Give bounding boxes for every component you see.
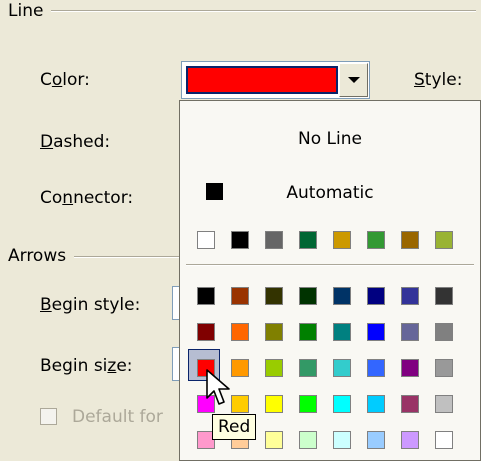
recent-color-swatch[interactable] bbox=[231, 231, 249, 249]
arrows-section-title: Arrows bbox=[8, 246, 75, 266]
recent-color-swatch[interactable] bbox=[367, 231, 385, 249]
color-grid-swatch[interactable] bbox=[401, 395, 419, 413]
color-label: Color: bbox=[40, 70, 90, 90]
color-grid-swatch[interactable] bbox=[265, 395, 283, 413]
color-grid-swatch[interactable] bbox=[367, 287, 385, 305]
color-grid-swatch[interactable] bbox=[231, 287, 249, 305]
recent-color-swatch[interactable] bbox=[299, 231, 317, 249]
recent-color-swatch[interactable] bbox=[265, 231, 283, 249]
color-tooltip: Red bbox=[212, 414, 257, 440]
default-for-label: Default for bbox=[72, 407, 163, 427]
chevron-down-icon bbox=[347, 77, 360, 83]
color-grid-swatch[interactable] bbox=[333, 359, 351, 377]
selected-color-swatch bbox=[186, 66, 338, 94]
color-grid-swatch[interactable] bbox=[435, 287, 453, 305]
color-grid-swatch[interactable] bbox=[299, 359, 317, 377]
color-grid-swatch[interactable] bbox=[333, 287, 351, 305]
recent-color-swatch[interactable] bbox=[435, 231, 453, 249]
color-grid-swatch[interactable] bbox=[435, 395, 453, 413]
color-grid-swatch[interactable] bbox=[265, 359, 283, 377]
no-line-option[interactable]: No Line bbox=[180, 129, 480, 149]
color-dropdown-button[interactable] bbox=[339, 63, 368, 97]
recent-color-swatch[interactable] bbox=[197, 231, 215, 249]
color-grid-swatch[interactable] bbox=[299, 323, 317, 341]
color-grid-swatch[interactable] bbox=[401, 287, 419, 305]
dashed-label: Dashed: bbox=[40, 132, 111, 152]
palette-separator bbox=[186, 264, 474, 266]
color-grid-swatch[interactable] bbox=[333, 323, 351, 341]
color-grid-swatch[interactable] bbox=[265, 287, 283, 305]
color-grid-swatch[interactable] bbox=[367, 323, 385, 341]
color-grid-swatch[interactable] bbox=[299, 395, 317, 413]
color-grid-swatch[interactable] bbox=[401, 359, 419, 377]
connector-label: Connector: bbox=[40, 188, 134, 208]
color-grid-swatch[interactable] bbox=[299, 287, 317, 305]
automatic-swatch bbox=[206, 183, 223, 200]
mouse-cursor-icon bbox=[206, 369, 230, 405]
color-grid-swatch[interactable] bbox=[197, 287, 215, 305]
begin-style-label: Begin style: bbox=[40, 295, 141, 315]
recent-color-swatch[interactable] bbox=[333, 231, 351, 249]
recent-color-swatch[interactable] bbox=[401, 231, 419, 249]
line-section-rule bbox=[10, 10, 476, 12]
color-grid-swatch[interactable] bbox=[265, 323, 283, 341]
color-grid-swatch[interactable] bbox=[401, 431, 419, 449]
color-grid-swatch[interactable] bbox=[333, 395, 351, 413]
default-for-checkbox[interactable] bbox=[40, 408, 57, 425]
color-grid-swatch[interactable] bbox=[299, 431, 317, 449]
color-grid-swatch[interactable] bbox=[435, 359, 453, 377]
color-grid-swatch[interactable] bbox=[367, 431, 385, 449]
color-grid-swatch[interactable] bbox=[435, 431, 453, 449]
color-grid-swatch[interactable] bbox=[435, 323, 453, 341]
color-combo[interactable] bbox=[181, 61, 370, 99]
color-grid-swatch[interactable] bbox=[265, 431, 283, 449]
color-grid-swatch[interactable] bbox=[367, 359, 385, 377]
line-section-title: Line bbox=[8, 1, 52, 21]
color-grid-swatch[interactable] bbox=[333, 431, 351, 449]
style-label: Style: bbox=[414, 70, 463, 90]
color-grid-swatch[interactable] bbox=[367, 395, 385, 413]
automatic-option[interactable]: Automatic bbox=[260, 183, 400, 203]
color-grid-swatch[interactable] bbox=[401, 323, 419, 341]
color-grid-swatch[interactable] bbox=[231, 323, 249, 341]
color-grid-swatch[interactable] bbox=[231, 395, 249, 413]
color-grid-swatch[interactable] bbox=[197, 323, 215, 341]
color-grid-swatch[interactable] bbox=[231, 359, 249, 377]
begin-size-label: Begin size: bbox=[40, 356, 133, 376]
